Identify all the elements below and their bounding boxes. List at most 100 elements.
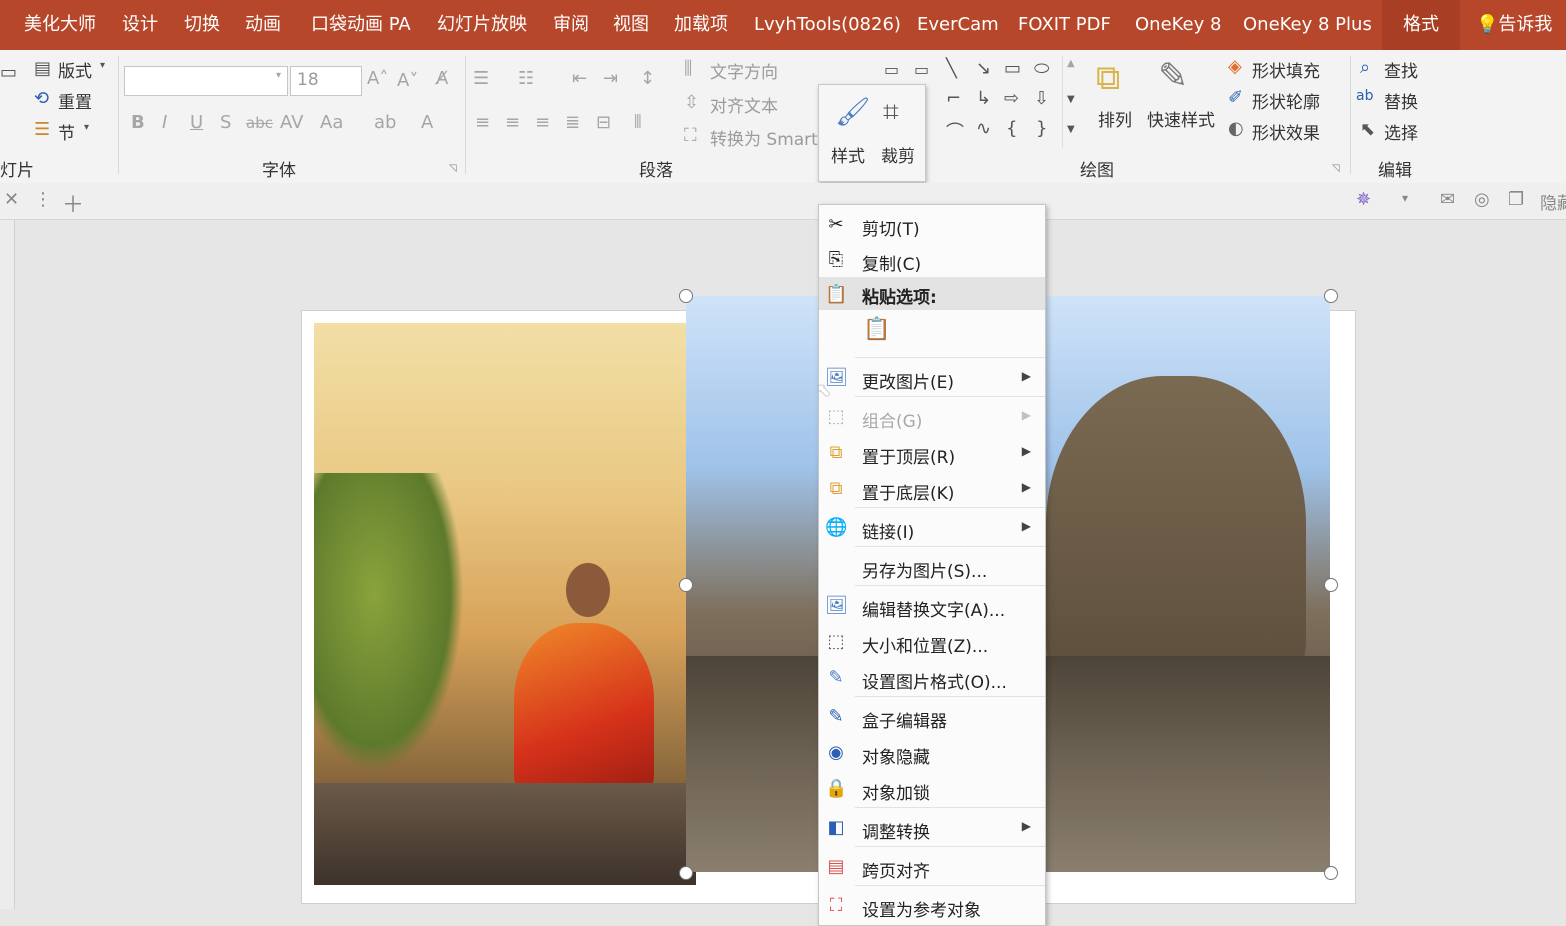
tab-pocket-animation[interactable]: 口袋动画 PA — [311, 0, 411, 50]
menu-item-edit-alt-text[interactable]: 🖼 编辑替换文字(A)... — [819, 588, 1045, 624]
resize-handle-bottom-right[interactable] — [1324, 866, 1338, 880]
align-center-icon[interactable]: ≡ — [505, 112, 520, 133]
shape-effects-button[interactable]: 形状效果 — [1252, 119, 1320, 144]
menu-item-size-position[interactable]: ⬚ 大小和位置(Z)... — [819, 624, 1045, 660]
quick-styles-button[interactable]: 快速样式 — [1147, 106, 1215, 131]
menu-item-send-to-back[interactable]: ⧉ 置于底层(K) ▶ — [819, 471, 1045, 507]
arrow-line-icon[interactable]: ↘ — [976, 58, 991, 79]
numbering-icon[interactable]: ☷ — [518, 68, 534, 89]
shape-outline-button[interactable]: 形状轮廓 — [1252, 88, 1320, 113]
menu-item-cut[interactable]: ✂ 剪切(T) — [819, 207, 1045, 243]
distributed-icon[interactable]: ⊟ — [596, 112, 611, 133]
tab-design[interactable]: 设计 — [122, 0, 158, 50]
scroll-down-icon[interactable]: ▼ — [1067, 94, 1075, 105]
tab-transitions[interactable]: 切换 — [184, 0, 220, 50]
menu-item-change-picture[interactable]: 🖼 更改图片(E) ▶ — [819, 360, 1045, 396]
line-spacing-icon[interactable]: ↕ — [640, 68, 655, 89]
line-icon[interactable]: ╲ — [946, 58, 957, 79]
bullets-icon[interactable]: ☰ — [473, 68, 489, 89]
menu-item-object-lock[interactable]: 🔒 对象加锁 — [819, 771, 1045, 807]
tab-addins[interactable]: 加载项 — [674, 0, 728, 50]
text-direction-button[interactable]: 文字方向 — [710, 58, 778, 83]
arc-icon[interactable]: ⌒ — [946, 118, 964, 144]
layout-button[interactable]: 版式 — [58, 57, 92, 82]
paste-keep-text-icon[interactable]: 📋 — [863, 317, 897, 353]
shape-fill-button[interactable]: 形状填充 — [1252, 57, 1320, 82]
right-arrow-icon[interactable]: ⇨ — [1004, 88, 1019, 109]
curve-icon[interactable]: ∿ — [976, 118, 991, 139]
chevron-down-icon[interactable]: ▾ — [1402, 191, 1408, 205]
font-name-input[interactable] — [124, 66, 288, 96]
magic-icon[interactable]: ✵ — [1356, 189, 1371, 210]
select-button[interactable]: 选择 — [1384, 119, 1418, 144]
tab-lvyhtools[interactable]: LvyhTools(0826) — [754, 0, 901, 50]
menu-item-copy[interactable]: ⎘ 复制(C) — [819, 242, 1045, 278]
justify-icon[interactable]: ≣ — [565, 112, 580, 133]
reset-button[interactable]: 重置 — [58, 88, 92, 113]
increase-font-icon[interactable]: A˄ — [367, 68, 388, 89]
align-text-button[interactable]: 对齐文本 — [710, 92, 778, 117]
tab-onekey8[interactable]: OneKey 8 — [1135, 0, 1221, 50]
tab-format[interactable]: 格式 — [1382, 0, 1460, 50]
elbow-arrow-icon[interactable]: ↳ — [976, 88, 991, 109]
hide-button[interactable]: 隐藏 — [1540, 189, 1566, 213]
menu-item-link[interactable]: 🌐 链接(I) ▶ — [819, 510, 1045, 546]
decrease-indent-icon[interactable]: ⇤ — [572, 68, 587, 89]
textbox-icon[interactable]: ▭ — [884, 60, 899, 79]
elbow-connector-icon[interactable]: ⌐ — [946, 88, 961, 109]
dialog-launcher-icon[interactable]: ◹ — [1332, 163, 1340, 174]
tab-review[interactable]: 审阅 — [553, 0, 589, 50]
resize-handle-bottom-left[interactable] — [679, 866, 693, 880]
rectangle-icon[interactable]: ▭ — [1004, 58, 1021, 79]
replace-button[interactable]: 替换 — [1384, 88, 1418, 113]
tab-foxit-pdf[interactable]: FOXIT PDF — [1018, 0, 1111, 50]
decrease-font-icon[interactable]: A˅ — [397, 70, 418, 91]
vertical-textbox-icon[interactable]: ▭ — [914, 60, 929, 79]
font-size-input[interactable]: 18 — [290, 66, 362, 96]
find-button[interactable]: 查找 — [1384, 57, 1418, 82]
resize-handle-mid-left[interactable] — [679, 578, 693, 592]
right-brace-icon[interactable]: } — [1036, 118, 1047, 139]
arrange-button[interactable]: 排列 — [1098, 106, 1132, 131]
dialog-launcher-icon[interactable]: ◹ — [449, 163, 457, 174]
tab-view[interactable]: 视图 — [613, 0, 649, 50]
increase-indent-icon[interactable]: ⇥ — [603, 68, 618, 89]
align-left-icon[interactable]: ≡ — [475, 112, 490, 133]
wechat-icon[interactable]: ◎ — [1474, 189, 1490, 210]
down-arrow-icon[interactable]: ⇩ — [1034, 88, 1049, 109]
columns-icon[interactable]: ⫴ — [634, 112, 642, 133]
new-slide-icon[interactable]: ▭ — [0, 62, 17, 83]
tab-evercam[interactable]: EverCam — [917, 0, 999, 50]
menu-item-save-as-picture[interactable]: 另存为图片(S)... — [819, 549, 1045, 585]
tab-animations[interactable]: 动画 — [245, 0, 281, 50]
change-case-icon[interactable]: Aa — [320, 112, 343, 133]
monk-picture[interactable] — [314, 323, 696, 885]
highlight-icon[interactable]: ab — [374, 112, 396, 133]
menu-item-set-reference[interactable]: ⛶ 设置为参考对象 — [819, 888, 1045, 924]
left-brace-icon[interactable]: { — [1006, 118, 1017, 139]
italic-icon[interactable]: I — [162, 112, 167, 133]
underline-icon[interactable]: U — [190, 112, 203, 133]
gallery-scroll[interactable]: ▲ ▼ ▼ — [1062, 56, 1081, 148]
close-icon[interactable]: ✕ — [4, 189, 19, 210]
resize-handle-top-left[interactable] — [679, 289, 693, 303]
tab-beautify-master[interactable]: 美化大师 — [24, 0, 96, 50]
char-spacing-icon[interactable]: AV — [280, 112, 303, 133]
section-button[interactable]: 节 — [58, 119, 75, 144]
strikethrough-icon[interactable]: abc — [246, 114, 273, 132]
scroll-up-icon[interactable]: ▲ — [1067, 58, 1075, 69]
style-button[interactable]: 样式 — [831, 142, 865, 167]
resize-handle-mid-right[interactable] — [1324, 578, 1338, 592]
menu-item-adjust-convert[interactable]: ◧ 调整转换 ▶ — [819, 810, 1045, 846]
menu-item-cross-page-align[interactable]: ▤ 跨页对齐 — [819, 849, 1045, 885]
window-icon[interactable]: ❐ — [1508, 189, 1524, 210]
gallery-more-icon[interactable]: ▼ — [1067, 124, 1075, 135]
menu-item-format-picture[interactable]: ✎ 设置图片格式(O)... — [819, 660, 1045, 696]
menu-item-object-hide[interactable]: ◉ 对象隐藏 — [819, 735, 1045, 771]
tell-me-search[interactable]: 💡告诉我 — [1476, 0, 1552, 50]
add-icon[interactable]: ＋ — [62, 187, 84, 219]
oval-icon[interactable]: ⬭ — [1034, 58, 1049, 79]
shadow-icon[interactable]: S — [220, 112, 231, 133]
tab-slideshow[interactable]: 幻灯片放映 — [437, 0, 527, 50]
font-color-icon[interactable]: A — [421, 112, 433, 133]
